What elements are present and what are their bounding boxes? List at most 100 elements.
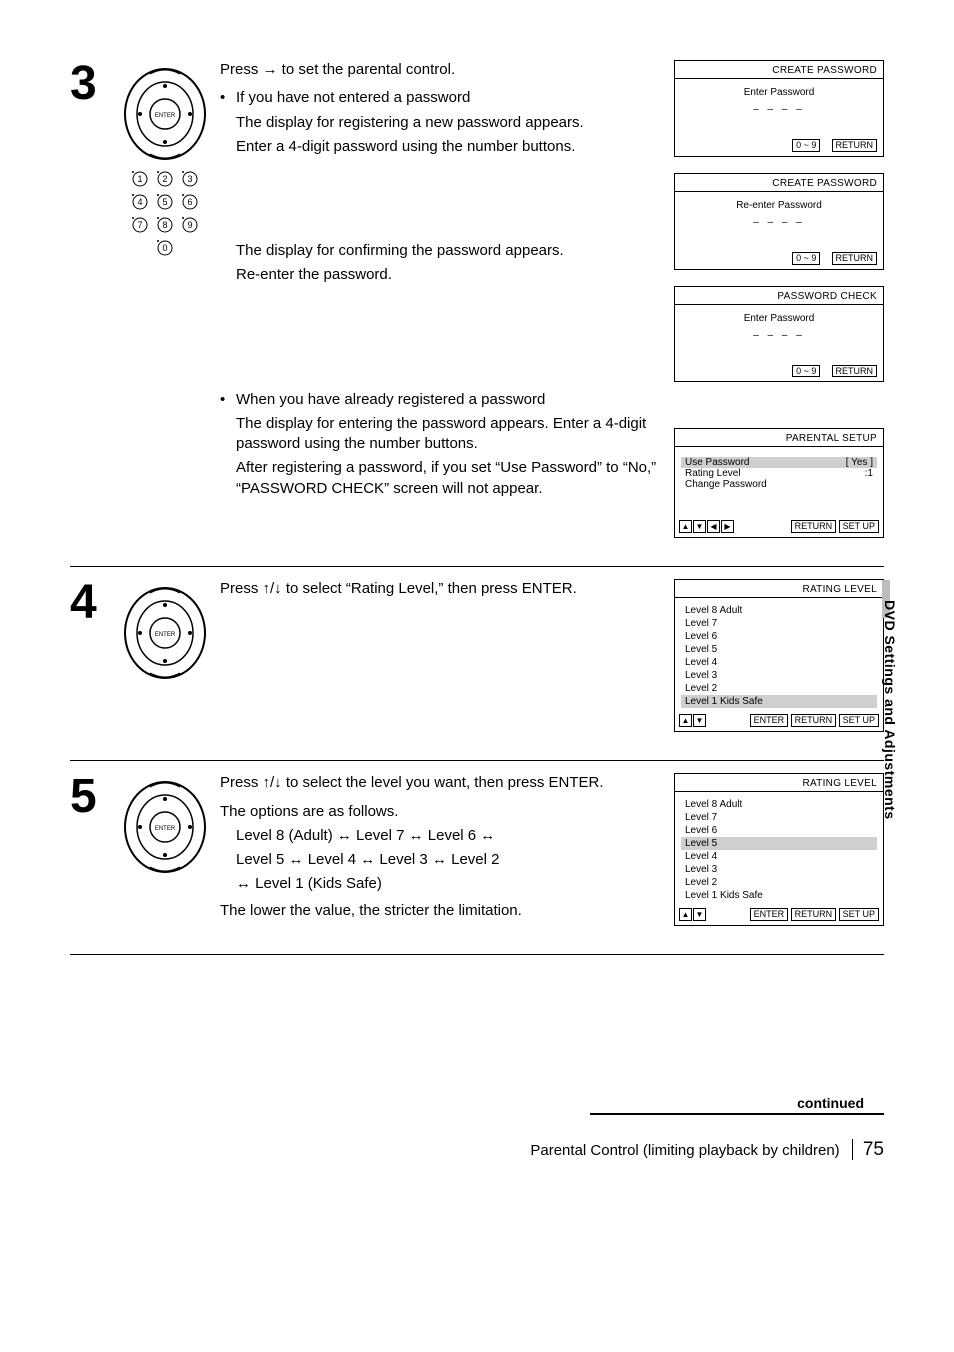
osd-prompt: Re-enter Password — [681, 200, 877, 211]
page-number: 75 — [852, 1139, 884, 1160]
list-item: Level 5 — [681, 643, 877, 656]
return-hint: RETURN — [832, 139, 878, 152]
return-hint: RETURN — [832, 252, 878, 265]
osd-title: CREATE PASSWORD — [675, 61, 883, 79]
step-5: 5 ENTER Press ↑/↓ to select the level yo… — [70, 773, 884, 955]
page-footer: continued Parental Control (limiting pla… — [70, 1095, 884, 1161]
osd-title: RATING LEVEL — [675, 580, 883, 598]
osd-rating-level-1: RATING LEVEL Level 8 Adult Level 7 Level… — [674, 579, 884, 732]
svg-text:ENTER: ENTER — [155, 826, 176, 832]
arrow-hint-icon: ▲▼ — [679, 908, 706, 921]
list-item: Level 2 — [681, 876, 877, 889]
svg-text:1: 1 — [137, 174, 142, 184]
svg-text:8: 8 — [162, 220, 167, 230]
options-label: The options are as follows. — [220, 802, 664, 822]
osd-prompt: Enter Password — [681, 87, 877, 98]
return-hint: RETURN — [791, 520, 837, 533]
list-item: Level 1 Kids Safe — [681, 889, 877, 902]
svg-text:7: 7 — [137, 220, 142, 230]
osd-create-password-1: CREATE PASSWORD Enter Password – – – – 0… — [674, 60, 884, 157]
step-4-text: Press ↑/↓ to select “Rating Level,” then… — [220, 579, 674, 748]
b1-c: The display for confirming the password … — [236, 241, 664, 261]
step-number: 5 — [70, 773, 120, 942]
rating-level-list: Level 8 Adult Level 7 Level 6 Level 5 Le… — [675, 792, 883, 906]
bullet-has-password: When you have already registered a passw… — [236, 390, 664, 410]
list-item: Level 8 Adult — [681, 798, 877, 811]
list-item: Level 7 — [681, 617, 877, 630]
setup-hint: SET UP — [839, 908, 879, 921]
osd-password-check: PASSWORD CHECK Enter Password – – – – 0 … — [674, 286, 884, 383]
step-3-text: Press → to set the parental control. •If… — [220, 60, 674, 554]
step-3: 3 ENTER 1 2 3 4 5 6 7 — [70, 60, 884, 567]
rating-level-value: :1 — [865, 468, 873, 479]
step-5-intro: Press ↑/↓ to select the level you want, … — [220, 773, 664, 793]
osd-title: CREATE PASSWORD — [675, 174, 883, 192]
list-item-selected: Level 1 Kids Safe — [681, 695, 877, 708]
rating-level-list: Level 8 Adult Level 7 Level 6 Level 5 Le… — [675, 598, 883, 712]
setup-hint: SET UP — [839, 714, 879, 727]
list-item: Level 6 — [681, 630, 877, 643]
osd-parental-setup: PARENTAL SETUP Use Password [ Yes ] Ratin… — [674, 428, 884, 538]
change-password-label: Change Password — [685, 479, 767, 490]
list-item: Level 3 — [681, 863, 877, 876]
enter-label: ENTER — [155, 113, 176, 119]
enter-hint: ENTER — [750, 714, 789, 727]
continued-label: continued — [590, 1095, 884, 1115]
svg-text:0: 0 — [162, 243, 167, 253]
remote-illustration: ENTER — [120, 579, 220, 748]
list-item: Level 4 — [681, 850, 877, 863]
svg-text:6: 6 — [187, 197, 192, 207]
osd-title: RATING LEVEL — [675, 774, 883, 792]
svg-text:9: 9 — [187, 220, 192, 230]
level-chain-3: ↔ Level 1 (Kids Safe) — [236, 874, 664, 894]
list-item: Level 3 — [681, 669, 877, 682]
osd-title: PARENTAL SETUP — [675, 429, 883, 447]
list-item: Level 8 Adult — [681, 604, 877, 617]
step-number: 3 — [70, 60, 120, 554]
step-3-intro: Press → to set the parental control. — [220, 60, 664, 80]
arrow-hint-icon: ▲▼◀▶ — [679, 520, 734, 533]
remote-illustration: ENTER 1 2 3 4 5 6 7 8 9 0 — [120, 60, 220, 554]
password-dashes: – – – – — [681, 330, 877, 341]
remote-illustration: ENTER — [120, 773, 220, 942]
svg-text:ENTER: ENTER — [155, 632, 176, 638]
svg-text:2: 2 — [162, 174, 167, 184]
use-password-label: Use Password — [685, 457, 749, 468]
svg-text:4: 4 — [137, 197, 142, 207]
list-item: Level 2 — [681, 682, 877, 695]
rating-level-label: Rating Level — [685, 468, 741, 479]
osd-create-password-2: CREATE PASSWORD Re-enter Password – – – … — [674, 173, 884, 270]
level-chain-1: Level 8 (Adult) ↔ Level 7 ↔ Level 6 ↔ — [236, 826, 664, 846]
osd-title: PASSWORD CHECK — [675, 287, 883, 305]
svg-text:5: 5 — [162, 197, 167, 207]
osd-prompt: Enter Password — [681, 313, 877, 324]
b1-b: Enter a 4-digit password using the numbe… — [236, 137, 664, 157]
return-hint: RETURN — [791, 714, 837, 727]
step-4: 4 ENTER Press ↑/↓ to select “Rating Leve… — [70, 579, 884, 761]
list-item-selected: Level 5 — [681, 837, 877, 850]
enter-hint: ENTER — [750, 908, 789, 921]
step-number: 4 — [70, 579, 120, 748]
bullet-no-password: If you have not entered a password — [236, 88, 664, 108]
footer-title: Parental Control (limiting playback by c… — [530, 1142, 839, 1159]
b2-b: After registering a password, if you set… — [236, 458, 664, 499]
svg-text:3: 3 — [187, 174, 192, 184]
list-item: Level 4 — [681, 656, 877, 669]
list-item: Level 7 — [681, 811, 877, 824]
keys-hint: 0 ~ 9 — [792, 252, 820, 265]
list-item: Level 6 — [681, 824, 877, 837]
section-tab: DVD Settings and Adjustments — [882, 600, 898, 820]
step-5-text: Press ↑/↓ to select the level you want, … — [220, 773, 674, 942]
b2-a: The display for entering the password ap… — [236, 414, 664, 455]
keys-hint: 0 ~ 9 — [792, 139, 820, 152]
b1-d: Re-enter the password. — [236, 265, 664, 285]
return-hint: RETURN — [791, 908, 837, 921]
password-dashes: – – – – — [681, 104, 877, 115]
return-hint: RETURN — [832, 365, 878, 378]
use-password-value: [ Yes ] — [846, 457, 873, 468]
setup-hint: SET UP — [839, 520, 879, 533]
osd-rating-level-2: RATING LEVEL Level 8 Adult Level 7 Level… — [674, 773, 884, 926]
stricter-note: The lower the value, the stricter the li… — [220, 901, 664, 921]
step-4-intro: Press ↑/↓ to select “Rating Level,” then… — [220, 579, 664, 599]
level-chain-2: Level 5 ↔ Level 4 ↔ Level 3 ↔ Level 2 — [236, 850, 664, 870]
